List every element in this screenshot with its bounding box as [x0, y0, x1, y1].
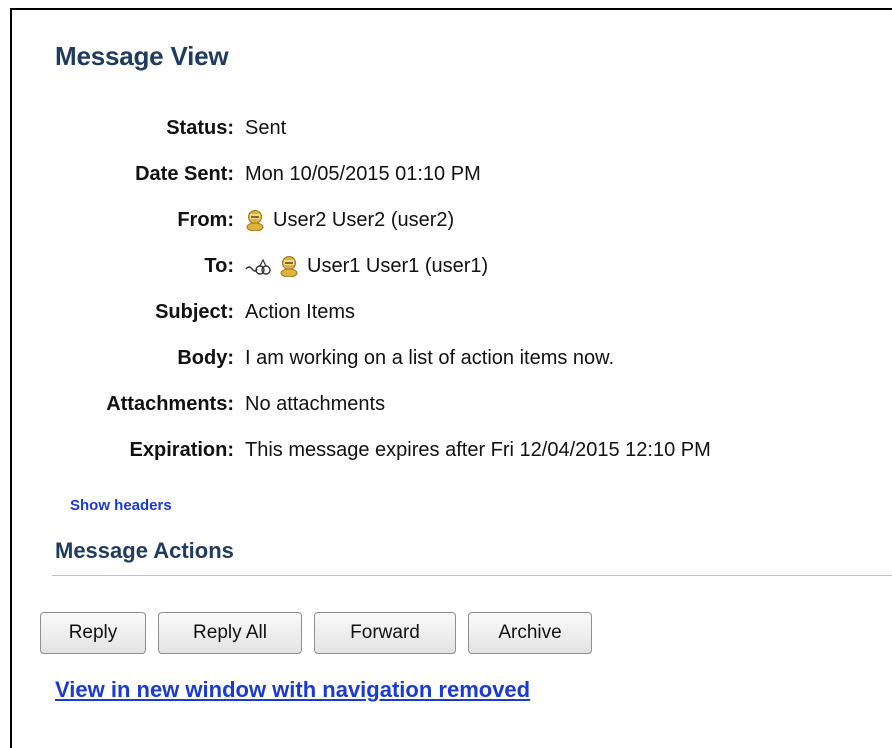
- reply-button[interactable]: Reply: [40, 612, 146, 654]
- action-buttons: Reply Reply All Forward Archive: [40, 612, 592, 654]
- show-headers-link[interactable]: Show headers: [70, 497, 172, 514]
- to-label: To:: [204, 255, 234, 277]
- status-label: Status:: [166, 117, 234, 139]
- expiration-label: Expiration:: [129, 439, 234, 461]
- reply-all-button[interactable]: Reply All: [158, 612, 302, 654]
- body-text: I am working on a list of action items n…: [245, 347, 615, 369]
- from-text[interactable]: User2 User2 (user2): [273, 205, 454, 235]
- section-divider: [52, 575, 892, 576]
- from-row: From: User2 User2 (user2): [0, 205, 892, 251]
- expiration-text: This message expires after Fri 12/04/201…: [245, 439, 711, 461]
- date-sent-label: Date Sent:: [135, 163, 234, 185]
- body-label: Body:: [177, 347, 234, 369]
- view-new-window-link[interactable]: View in new window with navigation remov…: [55, 677, 530, 703]
- attachments-text: No attachments: [245, 393, 386, 415]
- date-sent-text: Mon 10/05/2015 01:10 PM: [245, 163, 481, 185]
- from-label: From:: [177, 209, 234, 231]
- status-row: Status: Sent: [0, 113, 892, 159]
- subject-label: Subject:: [155, 301, 234, 323]
- status-text: Sent: [245, 117, 287, 139]
- attachments-value: No attachments: [245, 389, 385, 419]
- expiration-value: This message expires after Fri 12/04/201…: [245, 435, 711, 465]
- date-sent-value: Mon 10/05/2015 01:10 PM: [245, 159, 481, 189]
- user-icon: [245, 209, 265, 232]
- page-title: Message View: [55, 41, 229, 71]
- status-value: Sent: [245, 113, 286, 143]
- attachments-label: Attachments:: [106, 393, 234, 415]
- link-icon: [245, 256, 271, 276]
- message-fields: Status: Sent Date Sent: Mon 10/05/2015 0…: [0, 113, 892, 481]
- body-row: Body: I am working on a list of action i…: [0, 343, 892, 389]
- to-value: User1 User1 (user1): [245, 251, 488, 281]
- date-sent-row: Date Sent: Mon 10/05/2015 01:10 PM: [0, 159, 892, 205]
- user-icon: [279, 255, 299, 278]
- message-actions-title: Message Actions: [55, 538, 234, 563]
- attachments-row: Attachments: No attachments: [0, 389, 892, 435]
- body-value: I am working on a list of action items n…: [245, 343, 614, 373]
- to-row: To: User1 User1 (user1): [0, 251, 892, 297]
- from-value: User2 User2 (user2): [245, 205, 454, 235]
- expiration-row: Expiration: This message expires after F…: [0, 435, 892, 481]
- subject-value: Action Items: [245, 297, 355, 327]
- forward-button[interactable]: Forward: [314, 612, 456, 654]
- archive-button[interactable]: Archive: [468, 612, 592, 654]
- subject-text: Action Items: [245, 301, 356, 323]
- to-text[interactable]: User1 User1 (user1): [307, 251, 488, 281]
- subject-row: Subject: Action Items: [0, 297, 892, 343]
